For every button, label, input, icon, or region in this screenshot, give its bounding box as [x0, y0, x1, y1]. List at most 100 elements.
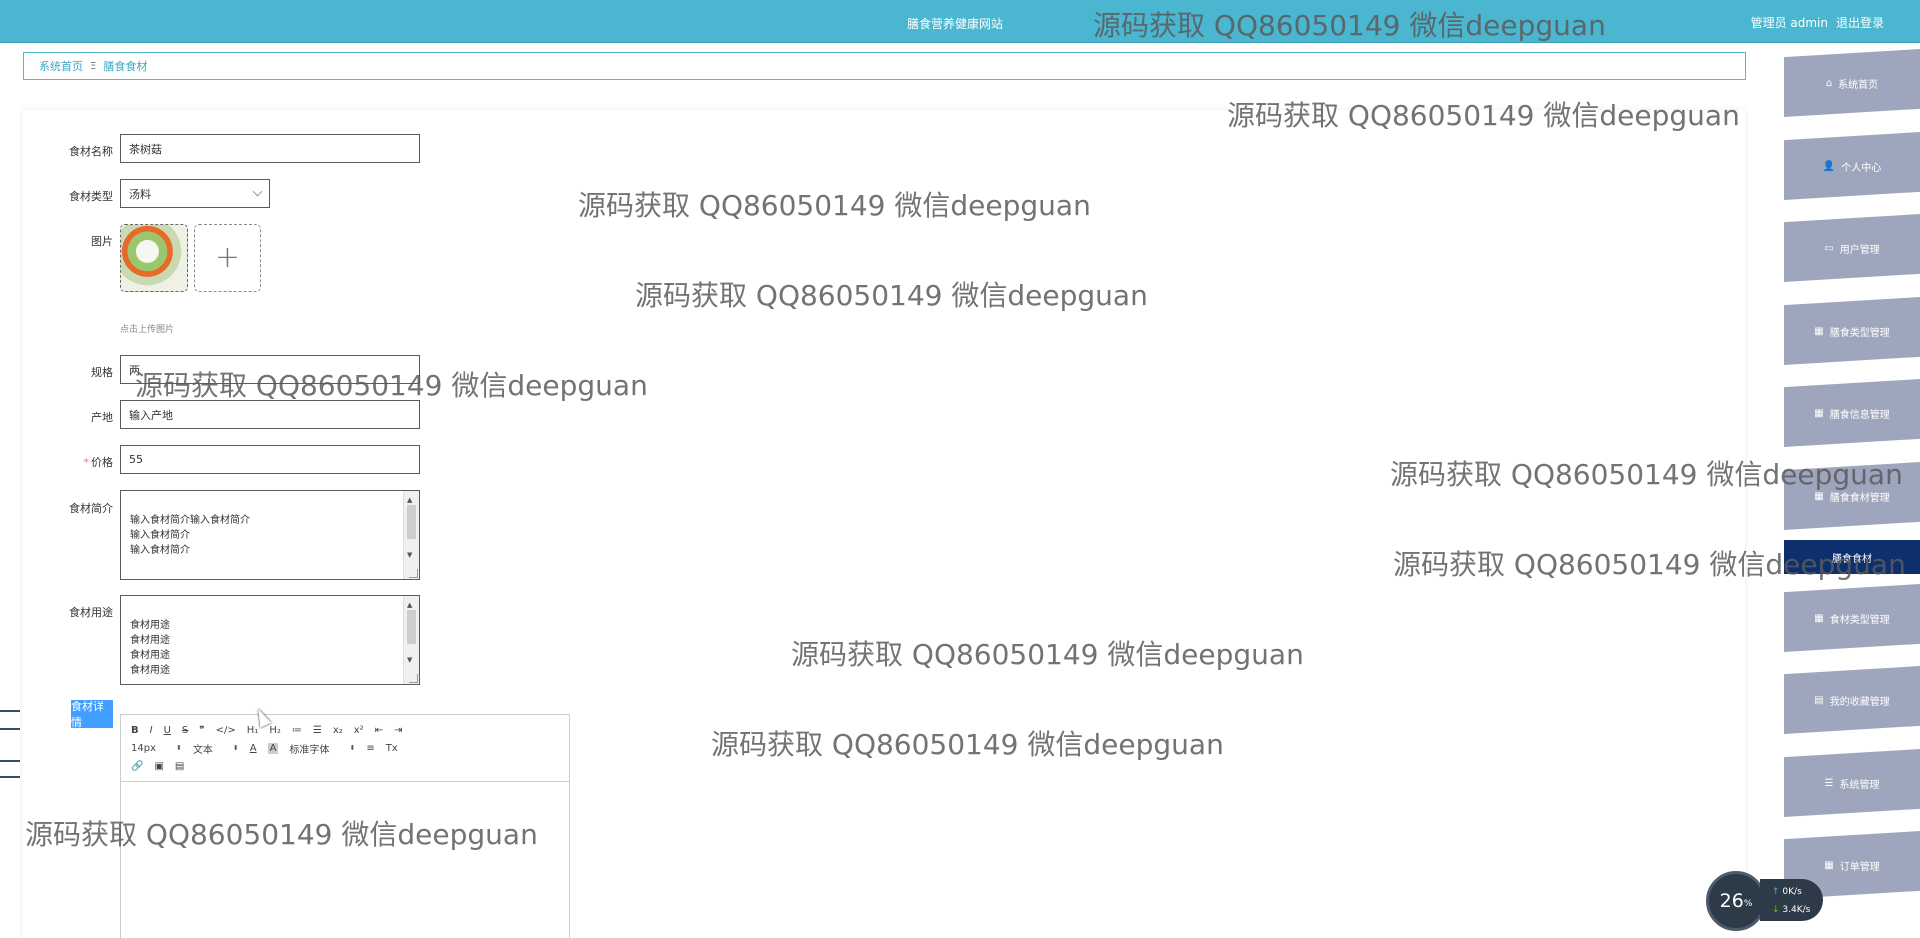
sidebar-item-label: 个人中心 [1841, 162, 1882, 174]
resize-handle[interactable] [409, 674, 418, 683]
textarea-scrollbar[interactable]: ▲ ▼ [403, 491, 419, 579]
user-icon: 👤 [1822, 160, 1836, 172]
sidebar-item-label: 订单管理 [1839, 861, 1880, 873]
heading1-button[interactable]: H₁ [247, 725, 259, 736]
user-label: 管理员 admin [1750, 16, 1828, 30]
editor-toolbar: B I U S ❞ </> H₁ H₂ ≔ ☰ x₂ x² ⇤ ⇥ 14px ⬍ … [121, 715, 569, 782]
cpu-percent-unit: % [1743, 899, 1753, 909]
rich-text-editor[interactable]: B I U S ❞ </> H₁ H₂ ≔ ☰ x₂ x² ⇤ ⇥ 14px ⬍ … [120, 714, 570, 938]
scroll-thumb[interactable] [407, 610, 416, 644]
resize-handle[interactable] [409, 569, 418, 578]
outdent-button[interactable]: ⇤ [375, 725, 383, 736]
video-icon[interactable]: ▤ [175, 761, 184, 772]
clipboard-icon: ▤ [1814, 694, 1824, 706]
sidebar-item-label: 膳食食材 [1832, 553, 1872, 565]
name-label: 食材名称 [69, 145, 113, 158]
breadcrumb-separator: Ξ [90, 60, 97, 72]
image-label: 图片 [91, 235, 113, 248]
scroll-down-icon[interactable]: ▼ [407, 653, 412, 668]
font-size-value: 14px [131, 742, 156, 754]
download-arrow-icon: ↓ [1772, 905, 1780, 915]
code-block-button[interactable]: </> [216, 725, 236, 736]
toolbar-row-formatting: B I U S ❞ </> H₁ H₂ ≔ ☰ x₂ x² ⇤ ⇥ [131, 721, 559, 739]
scroll-down-icon[interactable]: ▼ [407, 548, 412, 563]
link-icon[interactable]: 🔗 [131, 761, 143, 772]
usage-textarea[interactable]: 食材用途 食材用途 食材用途 食材用途 ▲ ▼ [120, 595, 420, 685]
background-color-button[interactable]: A [267, 742, 279, 754]
header-type-select[interactable]: 文本 ⬍ [193, 741, 239, 756]
heading2-button[interactable]: H₂ [269, 725, 281, 736]
price-input[interactable]: 55 [120, 445, 420, 474]
intro-textarea[interactable]: 输入食材简介输入食材简介 输入食材简介 输入食材简介 ▲ ▼ [120, 490, 420, 580]
type-select[interactable]: 汤料 [120, 179, 270, 208]
sidebar-item-favorites[interactable]: ▤ 我的收藏管理 [1784, 666, 1920, 734]
strike-button[interactable]: S [182, 725, 188, 736]
subscript-button[interactable]: x₂ [333, 725, 343, 736]
sidebar-item-ingredient-manage[interactable]: ▦ 膳食食材管理 [1784, 462, 1920, 530]
sidebar-item-label: 膳食类型管理 [1829, 327, 1890, 339]
cpu-percent: 26 [1719, 890, 1744, 912]
name-input[interactable]: 茶树菇 [120, 134, 420, 163]
select-arrow-icon: ⬍ [232, 744, 239, 752]
sidebar-item-system[interactable]: ☰ 系统管理 [1784, 749, 1920, 817]
sidebar-item-home[interactable]: ⌂ 系统首页 [1784, 49, 1920, 117]
font-size-select[interactable]: 14px ⬍ [131, 743, 182, 754]
price-label-text: 价格 [91, 456, 113, 469]
blockquote-button[interactable]: ❞ [199, 725, 204, 736]
cpu-usage-widget[interactable]: 26% [1706, 871, 1766, 931]
top-bar: 膳食营养健康网站 管理员 admin 退出登录 [0, 0, 1920, 43]
logout-link[interactable]: 退出登录 [1836, 14, 1884, 31]
image-icon[interactable]: ▣ [154, 761, 163, 772]
grid-icon: ▦ [1824, 859, 1834, 871]
sidebar-item-label: 膳食食材管理 [1829, 492, 1890, 504]
intro-label: 食材简介 [69, 502, 113, 515]
breadcrumb-home[interactable]: 系统首页 [39, 58, 83, 74]
textarea-scrollbar[interactable]: ▲ ▼ [403, 596, 419, 684]
underline-button[interactable]: U [164, 725, 171, 736]
sidebar-item-diet-types[interactable]: ▦ 膳食类型管理 [1784, 297, 1920, 365]
sidebar-item-ingredients[interactable]: 膳食食材 [1784, 540, 1920, 574]
decor-line [0, 760, 20, 762]
sidebar-item-ingredient-types[interactable]: ▦ 食材类型管理 [1784, 584, 1920, 652]
sidebar-item-profile[interactable]: 👤 个人中心 [1784, 132, 1920, 200]
font-family-select[interactable]: 标准字体 ⬍ [289, 741, 355, 756]
indent-button[interactable]: ⇥ [394, 725, 402, 736]
home-icon: ⌂ [1825, 77, 1833, 89]
grid-icon: ▦ [1814, 407, 1824, 419]
detail-label: 食材详情 [71, 700, 113, 729]
briefcase-icon: ▭ [1824, 242, 1834, 254]
usage-label: 食材用途 [69, 606, 113, 619]
spec-label: 规格 [91, 366, 113, 379]
breadcrumb-current: 膳食食材 [103, 60, 148, 73]
sidebar-item-label: 食材类型管理 [1829, 614, 1890, 626]
sidebar-item-diet-info[interactable]: ▦ 膳食信息管理 [1784, 379, 1920, 447]
upload-unit: K/s [1788, 887, 1802, 897]
align-icon[interactable]: ≡ [366, 743, 374, 754]
origin-input[interactable]: 输入产地 [120, 400, 420, 429]
spec-input[interactable]: 两 [120, 355, 420, 384]
upload-arrow-icon: ↑ [1772, 887, 1780, 897]
sidebar-item-users[interactable]: ▭ 用户管理 [1784, 214, 1920, 282]
plus-icon: + [214, 240, 241, 275]
toolbar-row-style: 14px ⬍ 文本 ⬍ A A 标准字体 ⬍ ≡ Tx [131, 739, 559, 757]
editor-content-area[interactable] [121, 782, 569, 938]
superscript-button[interactable]: x² [354, 725, 364, 736]
bullet-list-button[interactable]: ☰ [313, 725, 322, 736]
select-arrow-icon: ⬍ [176, 744, 182, 752]
decor-line [0, 728, 20, 730]
decor-line [0, 776, 20, 778]
bold-button[interactable]: B [131, 725, 139, 736]
user-area: 管理员 admin 退出登录 [1751, 14, 1884, 31]
upload-tip: 点击上传图片 [120, 325, 175, 335]
font-color-button[interactable]: A [250, 743, 257, 754]
upload-image-button[interactable]: + [194, 224, 261, 292]
scroll-thumb[interactable] [407, 505, 416, 539]
chevron-down-icon [252, 186, 263, 197]
ordered-list-button[interactable]: ≔ [292, 725, 302, 736]
origin-label: 产地 [91, 411, 113, 424]
italic-button[interactable]: I [150, 725, 153, 736]
grid-icon: ▦ [1814, 490, 1824, 502]
clear-format-button[interactable]: Tx [386, 743, 398, 754]
uploaded-image-thumbnail[interactable] [120, 224, 188, 292]
sidebar-item-label: 我的收藏管理 [1829, 696, 1890, 708]
